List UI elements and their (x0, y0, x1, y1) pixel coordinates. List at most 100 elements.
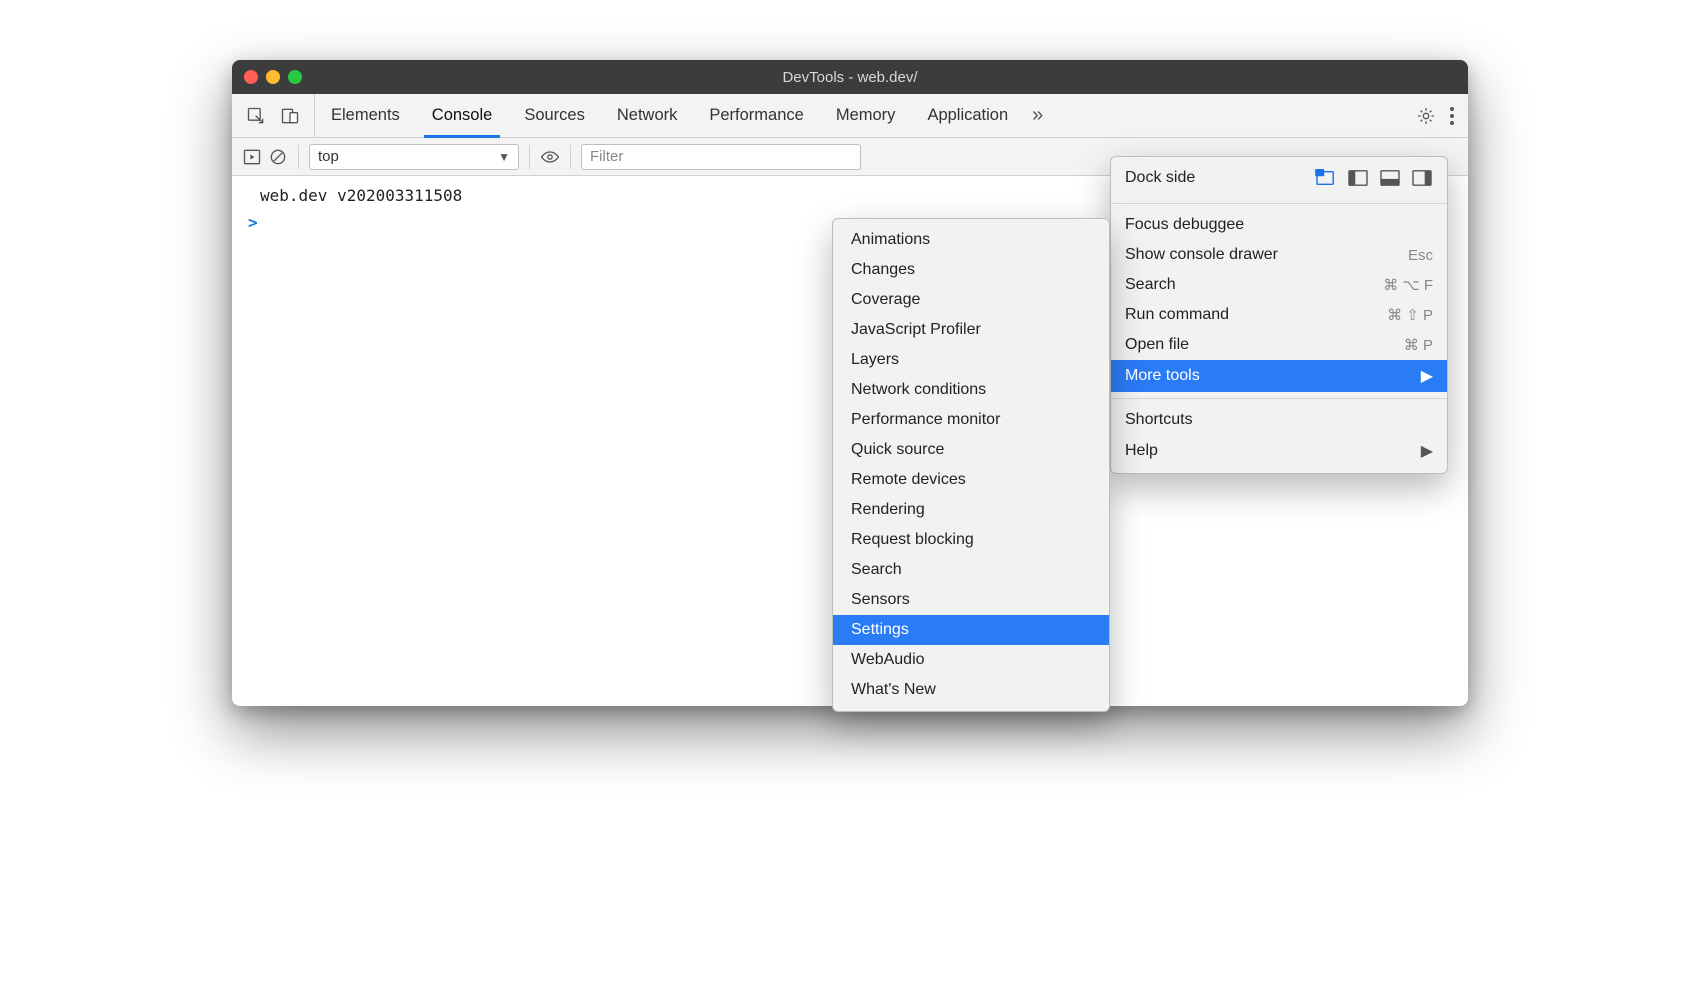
tab-label: Elements (331, 106, 400, 125)
menu-item-label: Open file (1125, 336, 1189, 354)
submenu-item[interactable]: Remote devices (833, 465, 1109, 495)
submenu-item-label: Sensors (851, 591, 910, 609)
submenu-item[interactable]: Performance monitor (833, 405, 1109, 435)
submenu-item-label: WebAudio (851, 651, 925, 669)
submenu-item[interactable]: Coverage (833, 285, 1109, 315)
window-title: DevTools - web.dev/ (232, 69, 1468, 86)
device-toolbar-icon[interactable] (280, 106, 300, 126)
submenu-item[interactable]: Changes (833, 255, 1109, 285)
dock-icons (1315, 169, 1433, 187)
submenu-item-label: Rendering (851, 501, 925, 519)
dock-undock-icon[interactable] (1315, 169, 1337, 187)
menu-item-run-command[interactable]: Run command ⌘ ⇧ P (1111, 300, 1447, 330)
eye-icon[interactable] (540, 147, 560, 167)
submenu-item-label: Coverage (851, 291, 920, 309)
submenu-item-label: JavaScript Profiler (851, 321, 981, 339)
main-context-menu: Dock side Focus debuggee Show console dr… (1110, 156, 1448, 474)
submenu-item[interactable]: Animations (833, 225, 1109, 255)
dock-right-icon[interactable] (1411, 169, 1433, 187)
submenu-item-label: Animations (851, 231, 930, 249)
execution-context-select[interactable]: top ▼ (309, 144, 519, 170)
filter-input[interactable] (581, 144, 861, 170)
separator (298, 145, 299, 169)
clear-console-icon[interactable] (268, 147, 288, 167)
submenu-item[interactable]: What's New (833, 675, 1109, 705)
menu-item-shortcut: Esc (1408, 247, 1433, 264)
tab-console[interactable]: Console (416, 94, 509, 137)
submenu-item[interactable]: Quick source (833, 435, 1109, 465)
submenu-item-label: Layers (851, 351, 899, 369)
window-close-button[interactable] (244, 70, 258, 84)
tab-label: Memory (836, 106, 896, 125)
menu-item-open-file[interactable]: Open file ⌘ P (1111, 330, 1447, 360)
submenu-item[interactable]: Rendering (833, 495, 1109, 525)
menu-item-label: Show console drawer (1125, 246, 1278, 264)
menu-item-label: Run command (1125, 306, 1229, 324)
submenu-item[interactable]: Sensors (833, 585, 1109, 615)
submenu-item-label: Performance monitor (851, 411, 1000, 429)
submenu-item[interactable]: WebAudio (833, 645, 1109, 675)
menu-item-show-console-drawer[interactable]: Show console drawer Esc (1111, 240, 1447, 270)
tab-label: Performance (709, 106, 803, 125)
chevron-down-icon: ▼ (498, 150, 510, 164)
submenu-item-label: Remote devices (851, 471, 966, 489)
menu-item-search[interactable]: Search ⌘ ⌥ F (1111, 270, 1447, 300)
dock-side-label: Dock side (1125, 169, 1195, 187)
submenu-item[interactable]: Layers (833, 345, 1109, 375)
submenu-item-label: Network conditions (851, 381, 986, 399)
tab-application[interactable]: Application (911, 94, 1024, 137)
submenu-item[interactable]: Network conditions (833, 375, 1109, 405)
submenu-item-label: Search (851, 561, 902, 579)
tab-label: Network (617, 106, 678, 125)
menu-item-label: More tools (1125, 367, 1200, 385)
kebab-menu-icon[interactable] (1450, 107, 1454, 125)
traffic-lights (244, 70, 302, 84)
window-minimize-button[interactable] (266, 70, 280, 84)
submenu-item-label: What's New (851, 681, 936, 699)
tab-sources[interactable]: Sources (508, 94, 601, 137)
titlebar: DevTools - web.dev/ (232, 60, 1468, 94)
execute-icon[interactable] (242, 147, 262, 167)
chevron-right-icon: ▶ (1421, 441, 1433, 461)
chevron-right-icon: ▶ (1421, 366, 1433, 386)
menu-item-label: Search (1125, 276, 1176, 294)
menu-item-label: Focus debuggee (1125, 216, 1244, 234)
tab-label: Sources (524, 106, 585, 125)
menu-item-label: Help (1125, 442, 1158, 460)
tab-performance[interactable]: Performance (693, 94, 819, 137)
settings-gear-icon[interactable] (1416, 106, 1436, 126)
dock-bottom-icon[interactable] (1379, 169, 1401, 187)
submenu-item[interactable]: Search (833, 555, 1109, 585)
submenu-item-label: Request blocking (851, 531, 974, 549)
dock-left-icon[interactable] (1347, 169, 1369, 187)
window-zoom-button[interactable] (288, 70, 302, 84)
submenu-item[interactable]: Settings (833, 615, 1109, 645)
chevron-double-right-icon: » (1032, 104, 1041, 127)
submenu-item-label: Settings (851, 621, 909, 639)
menu-item-shortcut: ⌘ P (1404, 336, 1433, 354)
separator (570, 145, 571, 169)
submenu-item[interactable]: Request blocking (833, 525, 1109, 555)
submenu-item-label: Changes (851, 261, 915, 279)
context-selected-label: top (318, 148, 339, 165)
tab-memory[interactable]: Memory (820, 94, 912, 137)
menu-item-shortcut: ⌘ ⇧ P (1387, 306, 1433, 324)
tab-elements[interactable]: Elements (315, 94, 416, 137)
tab-network[interactable]: Network (601, 94, 694, 137)
more-tools-submenu: Animations Changes Coverage JavaScript Prof… (832, 218, 1110, 712)
menu-item-shortcut: ⌘ ⌥ F (1383, 276, 1433, 294)
separator (529, 145, 530, 169)
inspect-element-icon[interactable] (246, 106, 266, 126)
tab-label: Application (927, 106, 1008, 125)
menu-item-help[interactable]: Help ▶ (1111, 435, 1447, 467)
panel-tabs: Elements Console Sources Network Perform… (315, 94, 1024, 137)
menu-item-focus-debuggee[interactable]: Focus debuggee (1111, 210, 1447, 240)
tab-label: Console (432, 106, 493, 125)
submenu-item-label: Quick source (851, 441, 944, 459)
menu-item-more-tools[interactable]: More tools ▶ (1111, 360, 1447, 392)
devtools-window: DevTools - web.dev/ Elements Console Sou… (232, 60, 1468, 706)
menu-item-label: Shortcuts (1125, 411, 1193, 429)
menu-item-shortcuts[interactable]: Shortcuts (1111, 405, 1447, 435)
tabs-overflow-button[interactable]: » (1024, 94, 1049, 137)
submenu-item[interactable]: JavaScript Profiler (833, 315, 1109, 345)
